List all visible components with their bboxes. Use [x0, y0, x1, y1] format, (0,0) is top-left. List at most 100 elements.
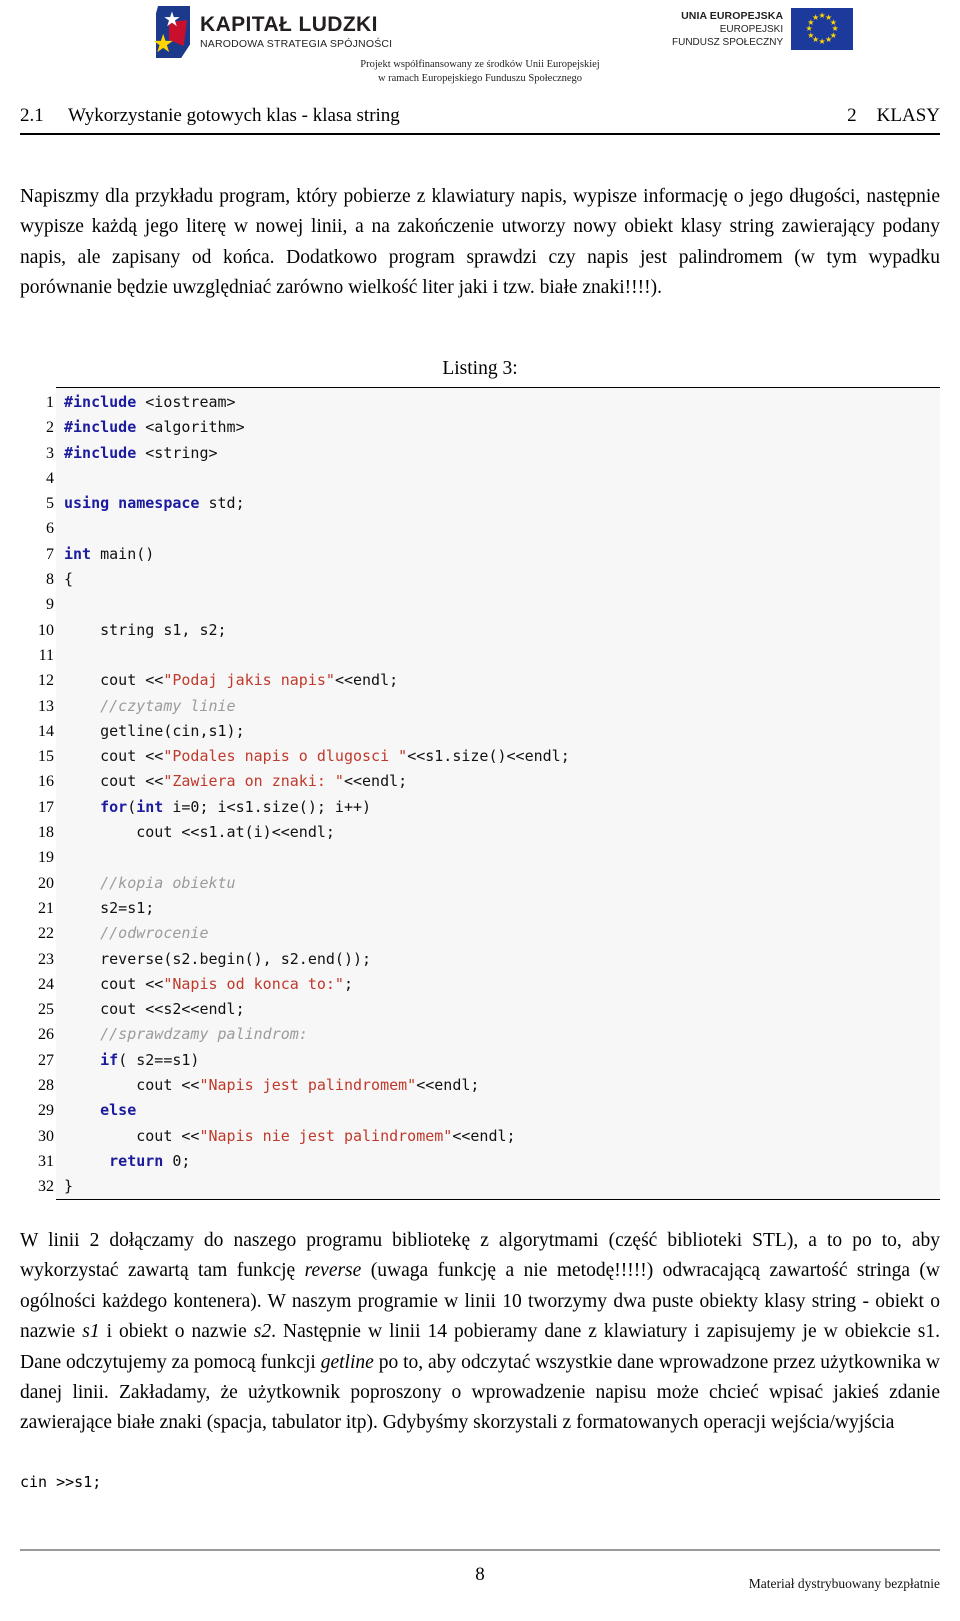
- running-head-chapter-number: 2: [847, 105, 857, 126]
- code-token-pln: <<endl;: [416, 1076, 480, 1095]
- code-token-pln: cout <<: [64, 747, 164, 766]
- code-line-number: 32: [38, 1178, 54, 1196]
- code-token-kw: else: [100, 1101, 137, 1120]
- code-line-source: //odwrocenie: [64, 921, 940, 946]
- code-token-pln: [64, 1051, 100, 1069]
- code-token-pln: [64, 798, 100, 816]
- code-token-pln: <algorithm>: [136, 418, 245, 437]
- code-token-pre: #include: [64, 393, 137, 411]
- code-line: 29 else: [20, 1098, 940, 1123]
- code-token-pln: <<endl;: [452, 1126, 516, 1145]
- outro-paragraph: W linii 2 dołączamy do naszego programu …: [20, 1226, 940, 1439]
- code-token-pln: cout <<: [64, 772, 164, 791]
- code-line: 26 //sprawdzamy palindrom:: [20, 1022, 940, 1047]
- code-token-pln: cout <<: [64, 1076, 200, 1095]
- code-line: 27 if( s2==s1): [20, 1048, 940, 1073]
- outro-seg-3: i obiekt o nazwie: [99, 1321, 254, 1343]
- code-line: 19: [20, 845, 940, 870]
- code-line: 4: [20, 466, 940, 491]
- code-line-source: for(int i=0; i<s1.size(); i++): [64, 795, 940, 820]
- code-token-pln: {: [64, 570, 74, 589]
- code-line-source: else: [64, 1098, 940, 1123]
- code-token-pln: cout <<s2<<endl;: [64, 1000, 245, 1019]
- code-line-number: 21: [38, 899, 54, 917]
- code-line: 11: [20, 643, 940, 668]
- code-line: 15 cout <<"Podales napis o dlugosci "<<s…: [20, 744, 940, 769]
- code-token-pln: <string>: [136, 443, 218, 462]
- code-line-source: cout <<"Napis nie jest palindromem"<<end…: [64, 1124, 940, 1149]
- code-token-cmt: //kopia obiektu: [100, 873, 236, 892]
- eu-flag-icon: ★ ★ ★ ★ ★ ★ ★ ★ ★ ★ ★ ★: [791, 8, 854, 50]
- code-line-source: cout <<"Podales napis o dlugosci "<<s1.s…: [64, 744, 940, 769]
- kl-white-star-icon: ★: [163, 9, 181, 31]
- code-token-pln: <<endl;: [343, 772, 408, 791]
- code-token-pre: #include: [64, 443, 137, 462]
- code-token-pln: cout <<: [64, 974, 164, 993]
- kl-logo-title: KAPITAŁ LUDZKI: [200, 13, 378, 36]
- code-token-kw: if: [100, 1050, 119, 1069]
- code-token-pln: ;: [343, 974, 353, 993]
- code-line-number: 29: [38, 1102, 54, 1120]
- banner-caption-line-2: w ramach Europejskiego Funduszu Społeczn…: [377, 72, 583, 84]
- code-line-source: return 0;: [64, 1149, 940, 1174]
- code-line: 7 int main(): [20, 542, 940, 567]
- code-token-cmt: //czytamy linie: [100, 696, 236, 715]
- code-token-pln: getline(cin,s1);: [64, 721, 245, 740]
- eu-logo-text: UNIA EUROPEJSKA EUROPEJSKI FUNDUSZ SPOŁE…: [672, 10, 783, 49]
- code-token-cmt: //odwrocenie: [100, 924, 209, 943]
- kapital-ludzki-mark-icon: ★ ★: [152, 6, 192, 58]
- outro-em-getline: getline: [320, 1351, 374, 1373]
- code-token-pln: main(): [91, 544, 155, 563]
- code-token-str: "Napis od konca to:": [163, 974, 344, 993]
- code-line: 25 cout <<s2<<endl;: [20, 997, 940, 1022]
- code-line: 3 #include <string>: [20, 441, 940, 466]
- code-line-number: 16: [38, 773, 54, 791]
- code-line-source: getline(cin,s1);: [64, 719, 940, 744]
- footer-rule: [20, 1549, 940, 1551]
- code-line-source: reverse(s2.begin(), s2.end());: [64, 947, 940, 972]
- code-token-kw: return: [109, 1151, 164, 1170]
- code-line-number: 23: [38, 950, 54, 968]
- code-token-pln: [64, 697, 100, 715]
- running-head-section-number: 2.1: [20, 105, 44, 126]
- listing-caption: Listing 3:: [442, 358, 518, 379]
- code-token-pln: 0;: [163, 1151, 191, 1170]
- code-line: 32}: [20, 1174, 940, 1199]
- code-token-str: "Napis jest palindromem": [199, 1076, 417, 1095]
- code-line-number: 7: [46, 545, 54, 563]
- code-line-number: 13: [38, 697, 54, 715]
- code-token-pln: string s1, s2;: [64, 620, 227, 639]
- code-line-number: 24: [38, 975, 54, 993]
- code-token-pln: cout <<s1.at(i)<<endl;: [64, 823, 335, 842]
- banner-caption: Projekt współfinansowany ze środków Unii…: [0, 58, 960, 85]
- code-line-source: if( s2==s1): [64, 1048, 940, 1073]
- code-line-source: #include <algorithm>: [64, 415, 940, 440]
- code-line: 21 s2=s1;: [20, 896, 940, 921]
- footer-note: Materiał dystrybuowany bezpłatnie: [748, 1576, 940, 1591]
- code-line-number: 26: [38, 1026, 54, 1044]
- code-line-number: 3: [46, 444, 54, 462]
- kl-yellow-star-icon: ★: [152, 31, 175, 58]
- code-line-number: 8: [46, 571, 54, 589]
- eu-logo-line-1: UNIA EUROPEJSKA: [681, 9, 784, 22]
- code-line-source: cout <<"Napis od konca to:";: [64, 972, 940, 997]
- outro-text: W linii 2 dołączamy do naszego programu …: [20, 1226, 940, 1439]
- code-line-source: cout <<"Zawiera on znaki: "<<endl;: [64, 769, 940, 794]
- running-head-chapter-title: KLASY: [876, 105, 940, 126]
- code-token-kw: using namespace: [64, 494, 200, 513]
- code-line-source: string s1, s2;: [64, 618, 940, 643]
- code-token-pre: #include: [64, 418, 137, 437]
- kapital-ludzki-logo: ★ ★ KAPITAŁ LUDZKI NARODOWA STRATEGIA SP…: [152, 6, 392, 58]
- code-line-number: 28: [38, 1077, 54, 1095]
- code-token-str: "Podaj jakis napis": [163, 671, 335, 690]
- code-line-number: 19: [38, 849, 54, 867]
- code-line-source: cout <<s1.at(i)<<endl;: [64, 820, 940, 845]
- code-token-pln: cout <<: [64, 1126, 200, 1145]
- code-line: 28 cout <<"Napis jest palindromem"<<endl…: [20, 1073, 940, 1098]
- code-line-source: #include <string>: [64, 441, 940, 466]
- code-line-number: 17: [38, 798, 54, 816]
- outro-em-reverse: reverse: [304, 1260, 362, 1282]
- code-token-str: "Podales napis o dlugosci ": [163, 747, 408, 766]
- code-line: 1 #include <iostream>: [20, 390, 940, 415]
- code-token-pln: }: [64, 1177, 74, 1196]
